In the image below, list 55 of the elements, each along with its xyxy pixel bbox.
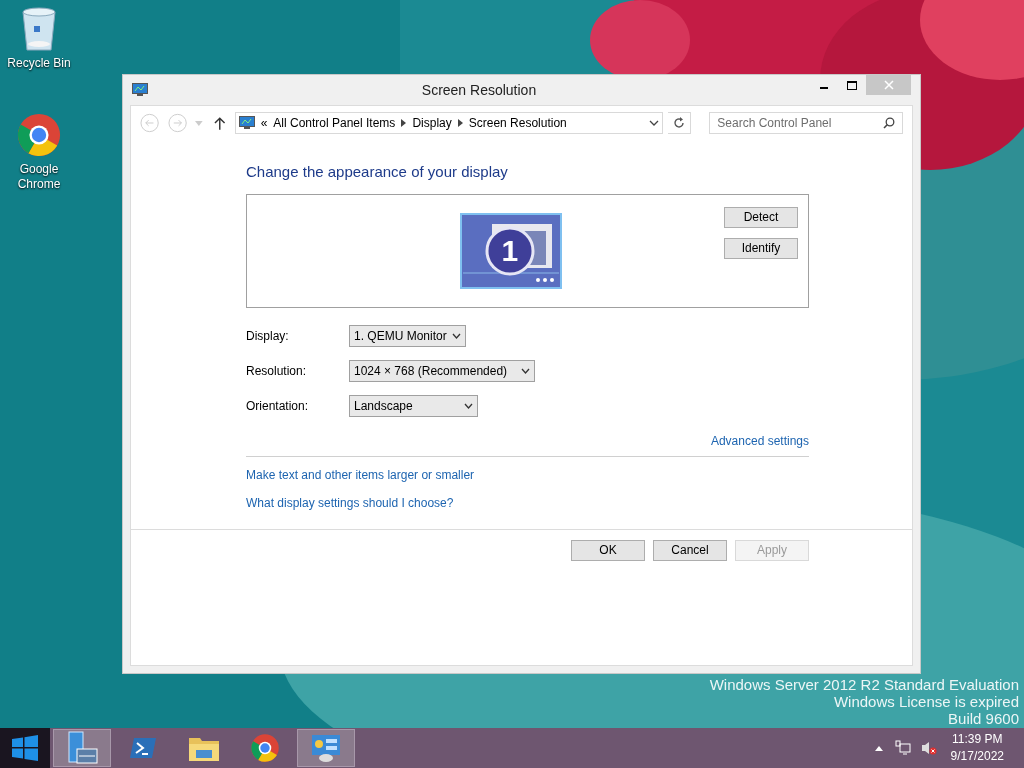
refresh-icon	[673, 117, 686, 129]
dropdown[interactable]: Landscape	[349, 394, 478, 417]
trash-bin-icon	[19, 6, 59, 52]
muted-speaker-icon[interactable]	[920, 740, 937, 756]
monitor-number: 1	[501, 232, 519, 269]
desktop-icon-label[interactable]: Google Chrome	[4, 162, 74, 192]
dialog-button[interactable]: OK	[571, 539, 645, 561]
desktop-icon-label[interactable]: Recycle Bin	[4, 56, 74, 71]
chevron-down-icon	[464, 402, 473, 409]
edition-text: Windows License is expired	[833, 693, 1019, 710]
field-label: Display:	[246, 327, 290, 345]
help-link[interactable]: What display settings should I choose?	[246, 493, 809, 512]
monitor-drawing[interactable]	[459, 212, 562, 289]
network-icon[interactable]	[894, 740, 911, 756]
clock-time[interactable]: 11:39 PM	[952, 731, 1003, 748]
dialog-button[interactable]: Detect	[724, 206, 798, 228]
monitor-icon	[238, 116, 255, 130]
dialog-button[interactable]: Cancel	[653, 539, 727, 561]
edition-text: Windows Server 2012 R2 Standard Evaluation	[709, 676, 1019, 693]
address-bar[interactable]: « All Control Panel Items Display Screen Resolution	[234, 112, 664, 134]
field-label: Orientation:	[246, 397, 310, 415]
dropdown[interactable]: 1. QEMU Monitor	[349, 324, 466, 347]
breadcrumb-overflow[interactable]: «	[260, 114, 268, 132]
breadcrumb-item[interactable]: Screen Resolution	[468, 114, 567, 132]
control-panel-icon	[311, 734, 341, 762]
breadcrumb-item[interactable]: Display	[412, 114, 452, 132]
search-input[interactable]: Search Control Panel	[717, 114, 878, 132]
server-case-icon	[65, 731, 99, 765]
refresh-button[interactable]	[668, 112, 692, 134]
search-field[interactable]: Search Control Panel	[709, 112, 903, 134]
chrome-icon	[250, 733, 280, 763]
chevron-down-icon	[452, 332, 461, 339]
dialog-button[interactable]: Identify	[724, 237, 798, 259]
page-heading: Change the appearance of your display	[246, 162, 509, 182]
field-label: Resolution:	[246, 362, 308, 380]
monitor-icon	[132, 83, 148, 97]
edition-text: Build 9600	[948, 710, 1019, 727]
terminal-icon	[129, 736, 157, 760]
start-button[interactable]	[0, 728, 50, 768]
search-icon	[883, 117, 895, 129]
taskbar-button[interactable]	[297, 729, 355, 767]
up-arrow-icon[interactable]	[214, 116, 226, 130]
windows-logo-icon	[12, 735, 38, 761]
chevron-down-icon[interactable]	[649, 120, 660, 126]
chevron-down-icon	[521, 367, 530, 374]
chevron-right-icon[interactable]	[401, 119, 407, 127]
advanced-settings-link[interactable]: Advanced settings	[710, 431, 809, 450]
caret-up-icon[interactable]	[874, 745, 883, 751]
chevron-right-icon[interactable]	[457, 119, 463, 127]
chrome-logo-icon	[16, 112, 62, 158]
dropdown[interactable]: 1024 × 768 (Recommended)	[349, 359, 535, 382]
clock-date[interactable]: 9/17/2022	[950, 748, 1004, 765]
breadcrumb-item[interactable]: All Control Panel Items	[273, 114, 396, 132]
window-title: Screen Resolution	[420, 80, 538, 100]
help-link[interactable]: Make text and other items larger or smaller	[246, 465, 809, 484]
